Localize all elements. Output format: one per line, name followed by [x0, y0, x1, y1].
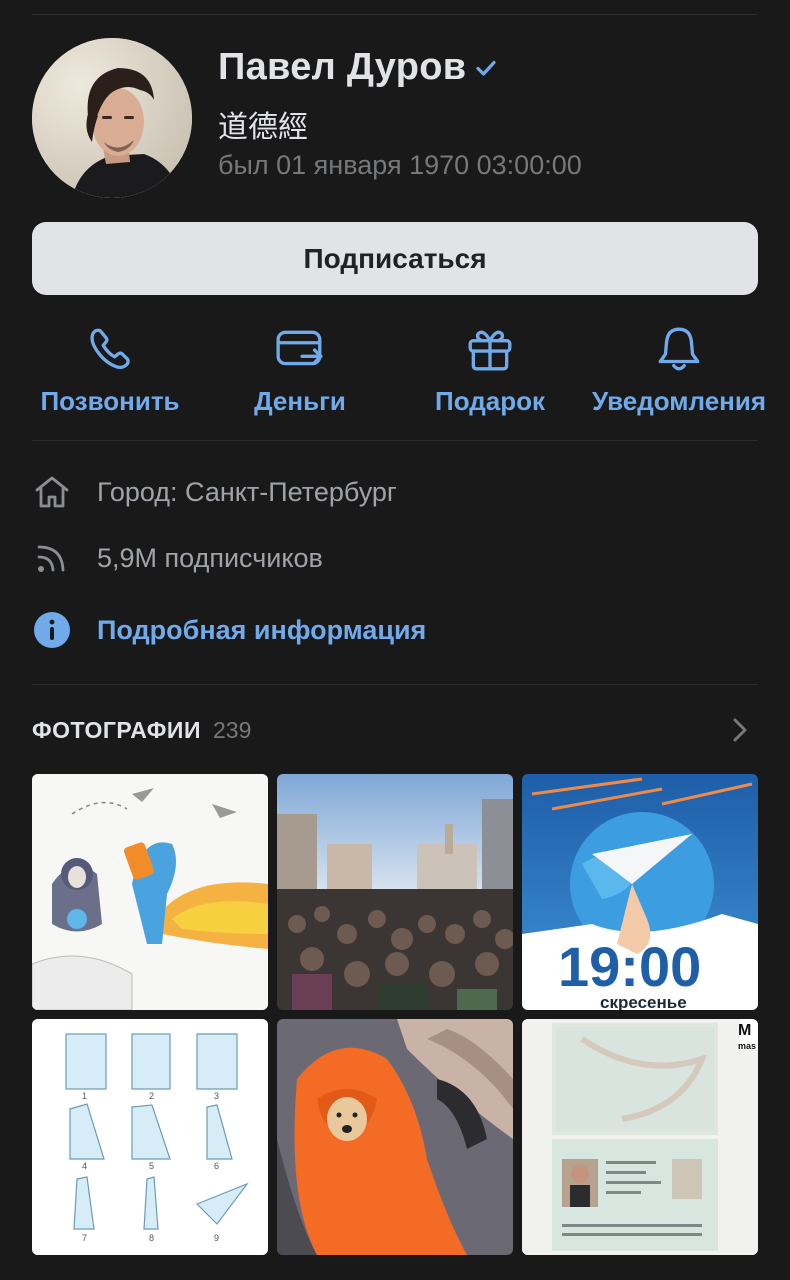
gift-icon — [468, 330, 512, 371]
city-text: Город: Санкт-Петербург — [97, 476, 397, 507]
photo-dog[interactable] — [277, 1019, 513, 1255]
phone-icon — [90, 328, 130, 370]
profile-header: Павел Дуров 道德經 был 01 января 1970 03:00… — [32, 38, 758, 198]
city-row: Город: Санкт-Петербург — [32, 470, 758, 514]
svg-text:5: 5 — [149, 1161, 154, 1171]
followers-rss-icon — [37, 545, 65, 572]
svg-text:mas: mas — [738, 1041, 756, 1051]
cartoon-illustration-photo — [32, 774, 268, 1010]
photo-origami[interactable]: 1 2 3 4 5 6 7 8 9 — [32, 1019, 268, 1255]
followers-row: 5,9M подписчиков — [32, 536, 758, 580]
svg-text:7: 7 — [82, 1233, 87, 1243]
svg-text:4: 4 — [82, 1161, 87, 1171]
action-bar: Позвонить Деньги Подарок Уведомления — [0, 318, 790, 428]
top-divider — [32, 14, 758, 15]
notifications-label: Уведомления — [591, 386, 767, 416]
photo-grid: 19:00 скресенье 1 2 3 4 5 6 7 8 9 M mas — [32, 774, 758, 1255]
actions-divider — [32, 440, 758, 441]
gift-label: Подарок — [435, 386, 545, 416]
passport-scan-photo: M mas — [522, 1019, 758, 1255]
dog-in-sleeping-bag-photo — [277, 1019, 513, 1255]
bell-icon — [658, 327, 700, 371]
photos-header[interactable]: ФОТОГРАФИИ 239 — [32, 712, 758, 748]
info-divider — [32, 684, 758, 685]
poster-time: 19:00 — [558, 935, 701, 998]
photos-title: ФОТОГРАФИИ — [32, 716, 201, 743]
money-label: Деньги — [254, 386, 346, 416]
profile-status: 道德經 — [218, 110, 308, 145]
chevron-right-icon[interactable] — [726, 716, 754, 744]
svg-text:6: 6 — [214, 1161, 219, 1171]
photos-count: 239 — [212, 716, 252, 743]
photo-poster[interactable]: 19:00 скресенье — [522, 774, 758, 1010]
name-row: Павел Дуров — [218, 46, 498, 89]
notifications-button[interactable]: Уведомления — [584, 318, 774, 428]
origami-instructions-photo: 1 2 3 4 5 6 7 8 9 — [32, 1019, 268, 1255]
profile-page: Павел Дуров 道德經 был 01 января 1970 03:00… — [0, 0, 790, 1280]
photo-cartoon[interactable] — [32, 774, 268, 1010]
call-button[interactable]: Позвонить — [15, 318, 205, 428]
followers-text: 5,9M подписчиков — [97, 542, 323, 573]
svg-text:3: 3 — [214, 1091, 219, 1101]
svg-text:9: 9 — [214, 1233, 219, 1243]
money-button[interactable]: Деньги — [205, 318, 395, 428]
details-link[interactable]: Подробная информация — [97, 615, 426, 646]
avatar[interactable] — [32, 38, 192, 198]
call-label: Позвонить — [40, 386, 180, 416]
svg-text:1: 1 — [82, 1091, 87, 1101]
gift-button[interactable]: Подарок — [395, 318, 585, 428]
paper-plane-poster-photo: 19:00 скресенье — [522, 774, 758, 1010]
profile-name: Павел Дуров — [218, 46, 467, 88]
details-row[interactable]: Подробная информация — [32, 608, 758, 652]
photo-crowd[interactable] — [277, 774, 513, 1010]
subscribe-button[interactable]: Подписаться — [32, 222, 758, 295]
money-transfer-icon — [276, 330, 323, 366]
photo-passport[interactable]: M mas — [522, 1019, 758, 1255]
poster-day: скресенье — [600, 993, 687, 1010]
crowd-protest-photo — [277, 774, 513, 1010]
last-seen: был 01 января 1970 03:00:00 — [218, 150, 582, 180]
svg-text:8: 8 — [149, 1233, 154, 1243]
svg-text:M: M — [738, 1022, 751, 1039]
info-icon — [34, 612, 70, 648]
home-icon — [35, 476, 69, 508]
svg-text:2: 2 — [149, 1091, 154, 1101]
verified-check-icon — [476, 60, 496, 76]
